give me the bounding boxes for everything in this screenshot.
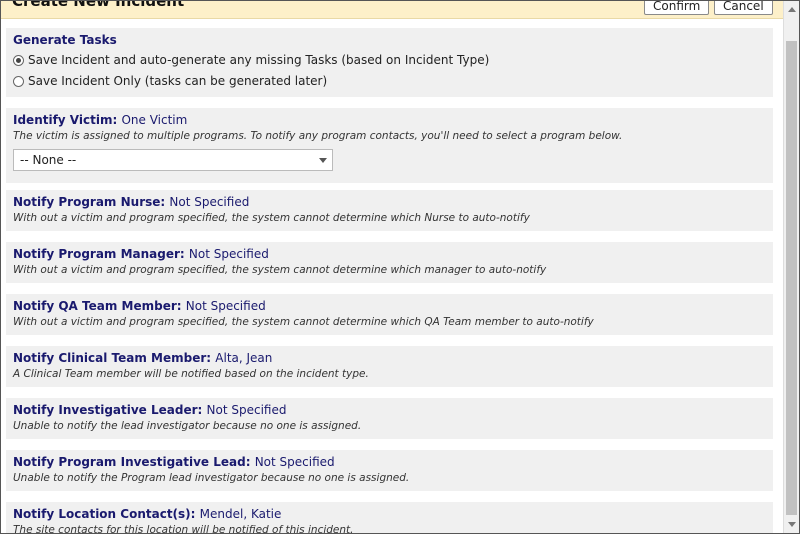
- section-note: A Clinical Team member will be notified …: [13, 368, 369, 380]
- program-select-value: -- None --: [20, 153, 77, 167]
- notify-location-contacts-section: Notify Location Contact(s): Mendel, Kati…: [6, 502, 773, 533]
- scroll-down-icon[interactable]: [788, 522, 796, 527]
- notify-investigative-leader-section: Notify Investigative Leader: Not Specifi…: [6, 398, 773, 439]
- dialog-header: Create New Incident Confirm Cancel: [1, 1, 783, 19]
- victim-value: One Victim: [121, 113, 188, 127]
- section-note: Unable to notify the lead investigator b…: [13, 420, 362, 432]
- section-value: Not Specified: [188, 247, 269, 261]
- section-value: Alta, Jean: [215, 351, 273, 365]
- section-value: Not Specified: [169, 195, 250, 209]
- section-value: Mendel, Katie: [199, 507, 282, 521]
- dialog-frame: Create New Incident Confirm Cancel Gener…: [0, 0, 800, 534]
- section-label: Notify Program Investigative Lead:: [13, 455, 251, 469]
- scrollbar-thumb[interactable]: [786, 41, 797, 515]
- section-label: Identify Victim:: [13, 113, 118, 127]
- incident-form: Generate Tasks Save Incident and auto-ge…: [6, 28, 773, 533]
- section-note: The site contacts for this location will…: [13, 524, 354, 533]
- section-note: With out a victim and program specified,…: [13, 316, 594, 328]
- radio-save-and-generate[interactable]: [13, 54, 24, 66]
- section-value: Not Specified: [254, 455, 335, 469]
- generate-tasks-section: Generate Tasks Save Incident and auto-ge…: [6, 28, 773, 97]
- dialog-title: Create New Incident: [12, 0, 185, 10]
- section-note: Unable to notify the Program lead invest…: [13, 472, 410, 484]
- section-label: Notify Program Nurse:: [13, 195, 166, 209]
- confirm-button[interactable]: Confirm: [644, 1, 710, 15]
- section-label: Notify Investigative Leader:: [13, 403, 203, 417]
- option-label: Save Incident Only (tasks can be generat…: [28, 74, 328, 88]
- identify-victim-title: Identify Victim: One Victim: [13, 113, 766, 127]
- victim-note: The victim is assigned to multiple progr…: [13, 130, 623, 142]
- identify-victim-section: Identify Victim: One Victim The victim i…: [6, 108, 773, 183]
- section-note: With out a victim and program specified,…: [13, 264, 547, 276]
- notify-qa-team-member-section: Notify QA Team Member: Not Specified Wit…: [6, 294, 773, 335]
- vertical-scrollbar[interactable]: [783, 1, 799, 533]
- section-label: Notify Clinical Team Member:: [13, 351, 212, 365]
- notify-program-investigative-lead-section: Notify Program Investigative Lead: Not S…: [6, 450, 773, 491]
- section-value: Not Specified: [206, 403, 287, 417]
- option-save-only[interactable]: Save Incident Only (tasks can be generat…: [13, 71, 766, 91]
- cancel-button[interactable]: Cancel: [714, 1, 773, 15]
- section-note: With out a victim and program specified,…: [13, 212, 530, 224]
- option-save-and-generate[interactable]: Save Incident and auto-generate any miss…: [13, 50, 766, 70]
- section-value: Not Specified: [185, 299, 266, 313]
- program-select[interactable]: -- None --: [13, 149, 333, 171]
- notify-program-nurse-section: Notify Program Nurse: Not Specified With…: [6, 190, 773, 231]
- notify-program-manager-section: Notify Program Manager: Not Specified Wi…: [6, 242, 773, 283]
- section-label: Notify QA Team Member:: [13, 299, 182, 313]
- scroll-up-icon[interactable]: [788, 7, 796, 12]
- chevron-down-icon: [319, 158, 327, 163]
- section-label: Notify Location Contact(s):: [13, 507, 196, 521]
- section-label: Notify Program Manager:: [13, 247, 185, 261]
- notify-clinical-team-member-section: Notify Clinical Team Member: Alta, Jean …: [6, 346, 773, 387]
- generate-tasks-title: Generate Tasks: [13, 33, 117, 47]
- option-label: Save Incident and auto-generate any miss…: [28, 53, 490, 67]
- radio-save-only[interactable]: [13, 75, 24, 87]
